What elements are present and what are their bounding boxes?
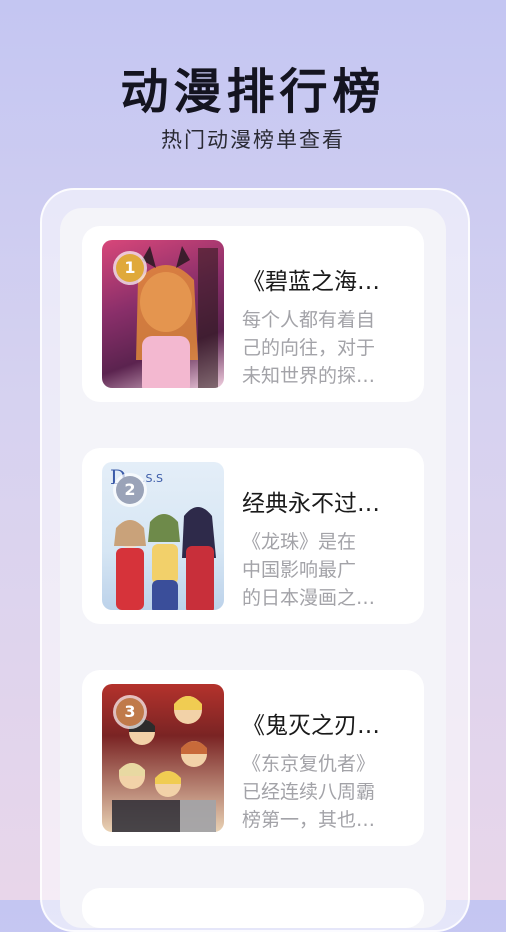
desc-line: 每个人都有着自 [242,309,376,331]
rank-badge-2: 2 [116,476,144,504]
cover-image-3: 3 [102,684,224,832]
desc-line: 未知世界的探… [242,365,376,387]
card-title-1: 《碧蓝之海… [242,269,380,295]
desc-line: 《龙珠》是在 [242,531,357,553]
desc-line: 《东京复仇者》 [242,753,376,775]
desc-line: 已经连续八周霸 [242,781,376,803]
cover-image-1: 1 [102,240,224,388]
rank-badge-1: 1 [116,254,144,282]
ranking-card-2[interactable]: D .S.S 2 经典永不过… 《龙珠》是在 中国影响最广 的日本漫画之… [82,448,424,624]
page-title: 动漫排行榜 [120,64,386,120]
ranking-card-4-partial[interactable] [82,888,424,928]
desc-line: 的日本漫画之… [242,587,376,609]
svg-text:.S.S: .S.S [142,472,163,485]
card-desc-1: 每个人都有着自 己的向往，对于 未知世界的探… [242,306,402,392]
rank-badge-3: 3 [116,698,144,726]
card-desc-3: 《东京复仇者》 已经连续八周霸 榜第一，其也… [242,750,402,836]
card-title-2: 经典永不过… [242,491,380,517]
card-desc-2: 《龙珠》是在 中国影响最广 的日本漫画之… [242,528,402,614]
desc-line: 中国影响最广 [242,559,357,581]
desc-line: 榜第一，其也… [242,809,376,831]
ranking-card-1[interactable]: 1 《碧蓝之海… 每个人都有着自 己的向往，对于 未知世界的探… [82,226,424,402]
card-title-3: 《鬼灭之刃… [242,713,380,739]
ranking-card-3[interactable]: 3 《鬼灭之刃… 《东京复仇者》 已经连续八周霸 榜第一，其也… [82,670,424,846]
page-subtitle: 热门动漫榜单查看 [161,128,345,152]
cover-image-2: D .S.S 2 [102,462,224,610]
desc-line: 己的向往，对于 [242,337,376,359]
